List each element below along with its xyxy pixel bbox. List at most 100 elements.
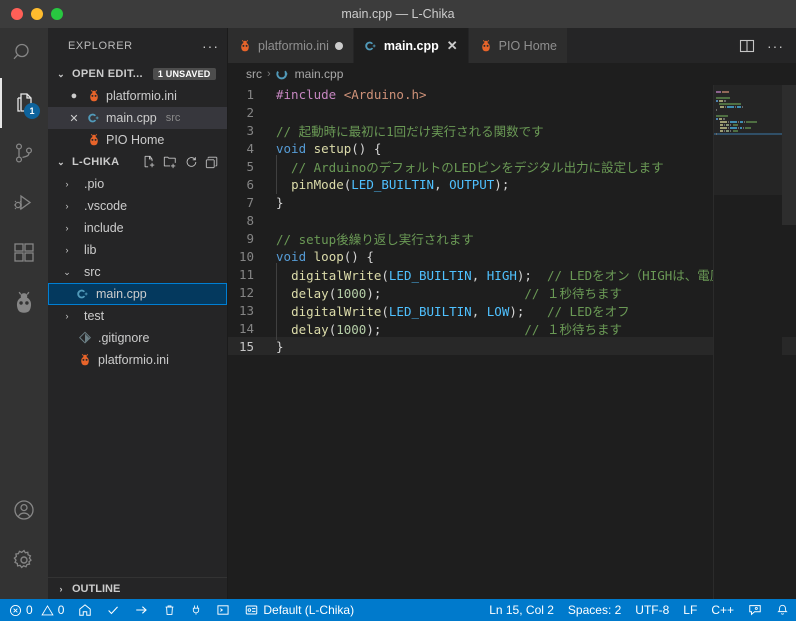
code-line[interactable]: 14 delay(1000); // １秒待ちます: [228, 319, 796, 337]
pio-build-status[interactable]: [99, 599, 127, 621]
maximize-window-button[interactable]: [51, 8, 63, 20]
open-editor-label: PIO Home: [106, 133, 164, 147]
editor-tab-maincpp[interactable]: main.cpp✕: [354, 28, 469, 63]
terminal-icon: [216, 603, 230, 617]
tree-item-include[interactable]: ›include: [48, 217, 227, 239]
close-window-button[interactable]: [11, 8, 23, 20]
activitybar-source-control-icon[interactable]: [0, 128, 48, 178]
tab-label: platformio.ini: [258, 39, 329, 53]
code-text: // 起動時に最初に1回だけ実行される関数です: [270, 121, 544, 140]
code-line[interactable]: 6 pinMode(LED_BUILTIN, OUTPUT);: [228, 175, 796, 193]
chevron-right-icon: ›: [60, 201, 74, 211]
refresh-icon[interactable]: [184, 155, 198, 169]
dirty-dot-icon[interactable]: ●: [66, 90, 82, 102]
pio-serial-monitor-status[interactable]: [183, 599, 209, 621]
collapse-all-icon[interactable]: [205, 155, 219, 169]
close-icon[interactable]: ✕: [66, 112, 82, 125]
new-folder-icon[interactable]: [163, 155, 177, 169]
tree-item-pio[interactable]: ›.pio: [48, 173, 227, 195]
code-token: [276, 177, 291, 192]
code-line[interactable]: 13 digitalWrite(LED_BUILTIN, LOW); // LE…: [228, 301, 796, 319]
language-mode-status[interactable]: C++: [704, 599, 741, 621]
new-file-icon[interactable]: [142, 155, 156, 169]
tree-item-maincpp[interactable]: main.cpp: [48, 283, 227, 305]
code-line[interactable]: 5 // ArduinoのデフォルトのLEDピンをデジタル出力に設定します: [228, 157, 796, 175]
code-line[interactable]: 11 digitalWrite(LED_BUILTIN, HIGH); // L…: [228, 265, 796, 283]
editor-vertical-scrollbar[interactable]: [782, 85, 796, 599]
code-line[interactable]: 2: [228, 103, 796, 121]
notifications-status[interactable]: [769, 599, 796, 621]
editor-tab-platformioini[interactable]: platformio.ini: [228, 28, 354, 63]
code-line[interactable]: 7}: [228, 193, 796, 211]
code-editor[interactable]: 1#include <Arduino.h>23// 起動時に最初に1回だけ実行さ…: [228, 85, 796, 599]
sidebar-explorer: EXPLORER ··· ⌄ OPEN EDIT... 1 UNSAVED ●p…: [48, 28, 228, 599]
activitybar-settings-gear-icon[interactable]: [0, 535, 48, 585]
tree-item-vscode[interactable]: ›.vscode: [48, 195, 227, 217]
split-editor-icon[interactable]: [739, 38, 755, 54]
window-controls[interactable]: [0, 8, 63, 20]
code-line[interactable]: 1#include <Arduino.h>: [228, 85, 796, 103]
chevron-right-icon: ›: [54, 584, 68, 594]
cursor-position-status[interactable]: Ln 15, Col 2: [482, 599, 561, 621]
code-token: loop: [314, 249, 344, 264]
activitybar-extensions-icon[interactable]: [0, 228, 48, 278]
tree-item-platformioini[interactable]: platformio.ini: [48, 349, 227, 371]
tree-item-src[interactable]: ⌄src: [48, 261, 227, 283]
code-line[interactable]: 9// setup後繰り返し実行されます: [228, 229, 796, 247]
code-token: // １秒待ちます: [524, 286, 622, 301]
breadcrumb[interactable]: src › main.cpp: [228, 63, 796, 85]
open-editor-item[interactable]: ✕main.cppsrc: [48, 107, 227, 129]
tab-dirty-indicator[interactable]: [335, 42, 343, 50]
indentation-status[interactable]: Spaces: 2: [561, 599, 628, 621]
problems-status[interactable]: 00: [2, 599, 71, 621]
more-actions-icon[interactable]: ···: [767, 42, 784, 50]
tree-item-lib[interactable]: ›lib: [48, 239, 227, 261]
eol-status[interactable]: LF: [676, 599, 704, 621]
open-editor-item[interactable]: ●platformio.ini: [48, 85, 227, 107]
code-token: void: [276, 249, 314, 264]
minimap-slider[interactable]: [714, 85, 782, 195]
platformio-file-icon: [87, 89, 101, 103]
pio-clean-status[interactable]: [156, 599, 183, 621]
pio-terminal-status[interactable]: [209, 599, 237, 621]
pio-project-env-status[interactable]: Default (L-Chika): [237, 599, 361, 621]
code-line[interactable]: 4void setup() {: [228, 139, 796, 157]
sidebar-more-icon[interactable]: ···: [202, 42, 219, 50]
code-text: // ArduinoのデフォルトのLEDピンをデジタル出力に設定します: [270, 157, 664, 176]
code-line[interactable]: 10void loop() {: [228, 247, 796, 265]
encoding-status[interactable]: UTF-8: [628, 599, 676, 621]
activitybar-search-icon[interactable]: [0, 28, 48, 78]
workspace-actions[interactable]: [142, 155, 227, 169]
code-line[interactable]: 3// 起動時に最初に1回だけ実行される関数です: [228, 121, 796, 139]
workspace-folder-header[interactable]: ⌄ L-CHIKA: [48, 151, 227, 173]
activitybar-account-icon[interactable]: [0, 485, 48, 535]
pio-upload-status[interactable]: [127, 599, 156, 621]
tab-close-icon[interactable]: ✕: [447, 38, 458, 54]
feedback-status[interactable]: [741, 599, 769, 621]
code-line[interactable]: 8: [228, 211, 796, 229]
activitybar-run-debug-icon[interactable]: [0, 178, 48, 228]
search-icon: [12, 41, 36, 65]
activitybar-platformio-icon[interactable]: [0, 278, 48, 328]
chevron-right-icon: ›: [60, 245, 74, 255]
outline-section-header[interactable]: › OUTLINE: [48, 577, 227, 599]
open-editors-header[interactable]: ⌄ OPEN EDIT... 1 UNSAVED: [48, 63, 227, 85]
scrollbar-thumb[interactable]: [782, 85, 796, 225]
code-line[interactable]: 12 delay(1000); // １秒待ちます: [228, 283, 796, 301]
editor-actions[interactable]: ···: [739, 28, 796, 63]
breadcrumb-file[interactable]: main.cpp: [295, 67, 344, 81]
code-line[interactable]: 15}: [228, 337, 796, 355]
workspace-folder-label: L-CHIKA: [72, 156, 119, 168]
pio-home-status[interactable]: [71, 599, 99, 621]
editor-tab-piohome[interactable]: PIO Home: [469, 28, 568, 63]
activitybar-explorer-icon[interactable]: 1: [0, 78, 48, 128]
open-editor-item[interactable]: PIO Home: [48, 129, 227, 151]
tree-item-gitignore[interactable]: .gitignore: [48, 327, 227, 349]
tree-item-test[interactable]: ›test: [48, 305, 227, 327]
line-number: 4: [228, 141, 270, 156]
cursor-position-status-text: Ln 15, Col 2: [489, 603, 554, 617]
code-token: (: [381, 268, 389, 283]
breadcrumb-folder[interactable]: src: [246, 67, 262, 81]
home-icon: [78, 603, 92, 617]
minimize-window-button[interactable]: [31, 8, 43, 20]
